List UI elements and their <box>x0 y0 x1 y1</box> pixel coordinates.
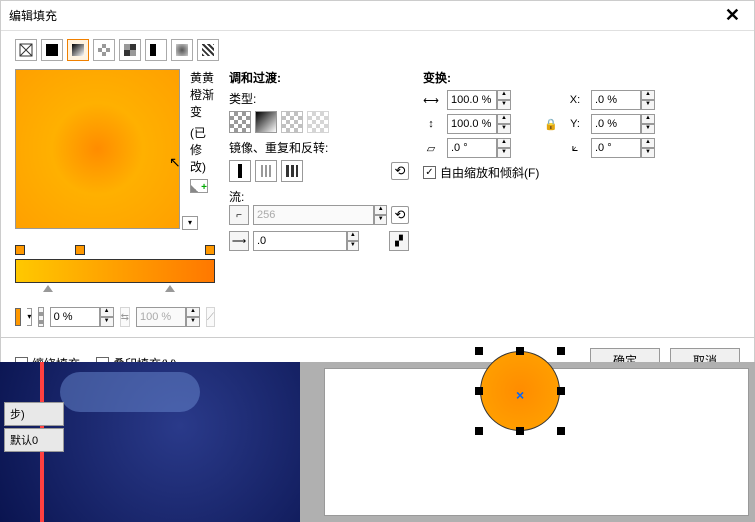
mirror-repeat[interactable] <box>255 160 277 182</box>
floater-item[interactable]: 默认0 <box>4 428 64 452</box>
skew-icon: ⟀ <box>567 140 583 156</box>
save-preset-icon[interactable] <box>190 179 208 193</box>
gradient-name: 黄黄橙渐变 <box>190 69 215 120</box>
selection-handle[interactable] <box>516 427 524 435</box>
canvas-background: 步) 默认0 × <box>0 362 755 522</box>
selection-handle[interactable] <box>557 387 565 395</box>
node-color-swatch[interactable] <box>15 308 21 326</box>
modified-label: (已修改) <box>190 124 215 175</box>
center-marker-icon[interactable]: × <box>516 387 524 403</box>
width-icon: ⟷ <box>423 92 439 108</box>
steps-input: ▲▼ <box>253 205 387 225</box>
reverse-icon[interactable]: ⟲ <box>391 162 409 180</box>
selection-handle[interactable] <box>475 427 483 435</box>
accel-icon: ⟶ <box>229 231 249 251</box>
node-controls: ▾ ▲▼ ⇆ ▲▼ ⟋ <box>15 307 215 327</box>
fill-type-toolbar <box>1 31 754 69</box>
accel-input[interactable]: ▲▼ <box>253 231 359 251</box>
pattern-fill-button[interactable] <box>93 39 115 61</box>
selection-handle[interactable] <box>516 347 524 355</box>
node-opacity-input[interactable]: ▲▼ <box>50 307 114 327</box>
steps-icon: ⌐ <box>229 205 249 225</box>
type-label: 类型: <box>229 90 409 107</box>
selection-handle[interactable] <box>475 347 483 355</box>
selection-handle[interactable] <box>557 427 565 435</box>
blend-type-2[interactable] <box>255 111 277 133</box>
no-fill-button[interactable] <box>15 39 37 61</box>
gradient-stop[interactable] <box>205 245 215 255</box>
dialog-content: ↖ ▾ 黄黄橙渐变 (已修改) <box>1 69 754 337</box>
smooth-icon[interactable]: ⟲ <box>391 206 409 224</box>
free-scale-checkbox[interactable]: ✓ <box>423 166 436 179</box>
postscript-fill-button[interactable] <box>197 39 219 61</box>
blend-section-label: 调和过渡: <box>229 69 409 86</box>
blend-column: 调和过渡: 类型: 镜像、重复和反转: ⟲ 流: ⌐ ▲▼ <box>229 69 409 327</box>
dialog-title: 编辑填充 <box>9 7 57 24</box>
node-position-input: ▲▼ <box>136 307 200 327</box>
x-input[interactable]: ▲▼ <box>591 90 661 110</box>
y-input[interactable]: ▲▼ <box>591 114 661 134</box>
document-left-panel: 步) 默认0 <box>0 362 300 522</box>
two-color-pattern-button[interactable] <box>145 39 167 61</box>
close-icon[interactable]: ✕ <box>719 5 746 26</box>
height-icon: ↕ <box>423 116 439 132</box>
tool-floater[interactable]: 步) 默认0 <box>4 402 64 454</box>
titlebar: 编辑填充 ✕ <box>1 1 754 31</box>
selection-handle[interactable] <box>557 347 565 355</box>
gradient-editor[interactable] <box>15 245 215 293</box>
flow-label: 流: <box>229 188 409 205</box>
edit-fill-dialog: 编辑填充 ✕ ↖ ▾ 黄黄橙渐变 (已修改) <box>0 0 755 383</box>
gradient-stop[interactable] <box>15 245 25 255</box>
mirror-label: 镜像、重复和反转: <box>229 139 409 156</box>
selection-handle[interactable] <box>475 387 483 395</box>
rotate-icon: ▱ <box>423 140 439 156</box>
gradient-strip[interactable] <box>15 259 215 283</box>
midpoint-handle[interactable] <box>165 285 175 292</box>
transform-section-label: 变换: <box>423 69 740 86</box>
skew-input[interactable]: ▲▼ <box>591 138 661 158</box>
uniform-fill-button[interactable] <box>41 39 63 61</box>
transparency-icon[interactable] <box>38 307 43 327</box>
document-canvas[interactable]: × <box>324 368 749 516</box>
free-scale-label: 自由缩放和倾斜(F) <box>440 164 539 181</box>
texture-fill-button[interactable] <box>171 39 193 61</box>
color-dropdown[interactable]: ▾ <box>27 308 32 326</box>
preset-info: 黄黄橙渐变 (已修改) <box>190 69 215 229</box>
midpoint-handle[interactable] <box>43 285 53 292</box>
blend-type-3[interactable] <box>281 111 303 133</box>
free-scale-row[interactable]: ✓ 自由缩放和倾斜(F) <box>423 164 740 181</box>
gradient-stop[interactable] <box>75 245 85 255</box>
blend-type-1[interactable] <box>229 111 251 133</box>
bitmap-pattern-button[interactable] <box>119 39 141 61</box>
preview-dropdown[interactable]: ▾ <box>182 216 198 230</box>
edge-pad-icon[interactable]: ▞ <box>389 231 409 251</box>
mirror-reverse[interactable] <box>281 160 303 182</box>
rotate-input[interactable]: ▲▼ <box>447 138 517 158</box>
blend-type-4[interactable] <box>307 111 329 133</box>
floater-item[interactable]: 步) <box>4 402 64 426</box>
preview-column: ↖ ▾ 黄黄橙渐变 (已修改) <box>15 69 215 327</box>
fountain-fill-button[interactable] <box>67 39 89 61</box>
curve-icon: ⟋ <box>206 307 215 327</box>
width-input[interactable]: ▲▼ <box>447 90 517 110</box>
position-icon: ⇆ <box>120 307 130 327</box>
gradient-preview[interactable] <box>15 69 180 229</box>
transform-column: 变换: ⟷ ▲▼ X: ▲▼ ↕ ▲▼ 🔒 Y: ▲▼ ▱ ▲▼ <box>423 69 740 327</box>
lock-icon[interactable]: 🔒 <box>543 116 559 132</box>
height-input[interactable]: ▲▼ <box>447 114 517 134</box>
x-label: X: <box>567 92 583 108</box>
mirror-none[interactable] <box>229 160 251 182</box>
y-label: Y: <box>567 116 583 132</box>
